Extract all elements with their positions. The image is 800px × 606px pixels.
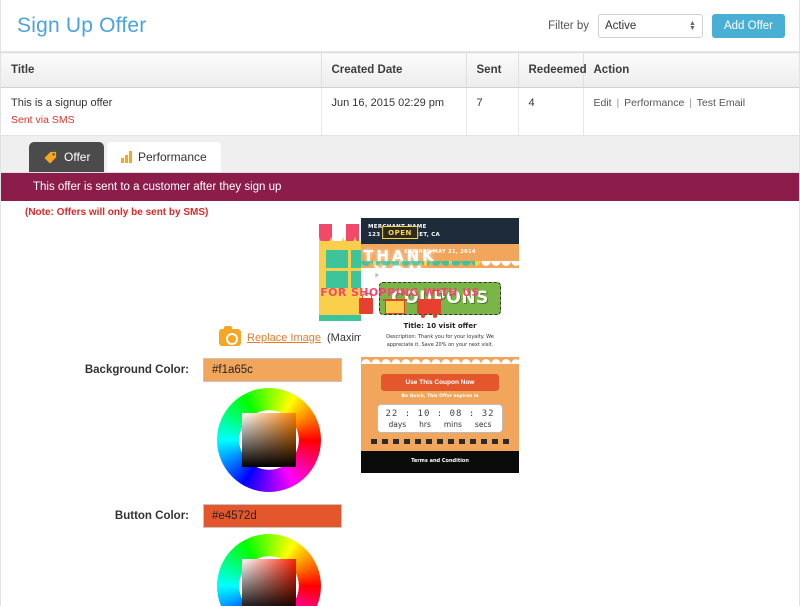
column-header-redeemed: Redeemed	[518, 53, 583, 88]
coupon-dashed-edge	[371, 439, 509, 444]
shopping-icons	[319, 298, 482, 314]
cell-title: This is a signup offer Sent via SMS	[1, 88, 321, 136]
open-sign: OPEN	[382, 226, 418, 239]
button-color-input[interactable]: #e4572d	[203, 504, 342, 528]
edit-link[interactable]: Edit	[594, 97, 612, 109]
action-separator-1: |	[617, 97, 620, 109]
sms-only-note: (Note: Offers will only be sent by SMS)	[1, 201, 799, 218]
tab-offer[interactable]: Offer	[29, 142, 104, 172]
cell-redeemed: 4	[518, 88, 583, 136]
button-color-picker[interactable]	[217, 534, 799, 606]
unit-hrs: hrs	[419, 420, 431, 429]
column-header-title: Title	[1, 53, 321, 88]
filter-by-label: Filter by	[548, 20, 589, 32]
performance-link[interactable]: Performance	[624, 97, 684, 109]
camera-icon[interactable]	[219, 329, 241, 346]
button-color-row: Button Color: #e4572d	[1, 504, 799, 528]
unit-mins: mins	[444, 420, 462, 429]
tabs-bar: Offer Performance	[1, 136, 799, 173]
saturation-value-square[interactable]	[242, 413, 296, 467]
replace-image-link[interactable]: Replace Image	[247, 332, 321, 344]
test-email-link[interactable]: Test Email	[697, 97, 745, 109]
coupon-expiry-hint: Be Quick. This Offer expires in	[371, 394, 509, 399]
hue-wheel[interactable]	[217, 534, 321, 606]
countdown-units: days hrs mins secs	[378, 420, 502, 429]
countdown-timer: 22 : 10 : 08 : 32 days hrs mins secs	[377, 404, 503, 433]
filter-select-value: Active	[605, 20, 636, 32]
bar-chart-icon	[121, 151, 132, 163]
coupon-description: Description: Thank you for your loyalty.…	[369, 333, 511, 349]
tag-icon	[43, 150, 58, 165]
shopping-cart-icon	[417, 299, 441, 314]
column-header-created-date: Created Date	[321, 53, 466, 88]
column-header-sent: Sent	[466, 53, 518, 88]
button-color-block: Button Color: #e4572d	[1, 504, 799, 606]
background-color-input[interactable]: #f1a65c	[203, 358, 342, 382]
offers-table-head: Title Created Date Sent Redeemed Action	[1, 53, 799, 88]
app-page: Sign Up Offer Filter by Active ▲▼ Add Of…	[0, 0, 800, 606]
add-offer-button[interactable]: Add Offer	[712, 14, 785, 38]
thank-you-text: THANK YOU	[319, 248, 482, 282]
coupon-title: Title: 10 visit offer	[369, 322, 511, 330]
offer-image-wrap: OPEN THANK YOU FOR SHOPPING WITH US	[1, 224, 799, 321]
saturation-value-square[interactable]	[242, 559, 296, 606]
column-header-action: Action	[583, 53, 799, 88]
hue-wheel[interactable]	[217, 388, 321, 492]
tab-performance[interactable]: Performance	[107, 142, 220, 172]
cell-sent: 7	[466, 88, 518, 136]
countdown-values: 22 : 10 : 08 : 32	[378, 409, 502, 419]
thank-line: THANK	[319, 248, 482, 264]
coupon-footer: Use This Coupon Now Be Quick. This Offer…	[361, 364, 519, 451]
shopping-bag-icon	[359, 298, 373, 314]
offer-sent-via: Sent via SMS	[11, 114, 311, 126]
page-header: Sign Up Offer Filter by Active ▲▼ Add Of…	[1, 0, 799, 52]
offers-table: Title Created Date Sent Redeemed Action …	[1, 52, 799, 136]
terms-and-condition: Terms and Condition	[361, 451, 519, 473]
tab-performance-label: Performance	[138, 150, 207, 164]
unit-days: days	[388, 420, 406, 429]
unit-secs: secs	[475, 420, 492, 429]
coupon-scallop-mid	[361, 357, 519, 364]
action-separator-2: |	[689, 97, 692, 109]
cell-created-date: Jun 16, 2015 02:29 pm	[321, 88, 466, 136]
offer-info-banner: This offer is sent to a customer after t…	[1, 173, 799, 201]
shopping-basket-icon	[385, 301, 405, 314]
action-links: Edit | Performance | Test Email	[594, 97, 746, 109]
offer-content: OPEN THANK YOU FOR SHOPPING WITH US	[1, 218, 799, 606]
header-controls: Filter by Active ▲▼ Add Offer	[548, 14, 785, 38]
table-header-row: Title Created Date Sent Redeemed Action	[1, 53, 799, 88]
offers-table-body: This is a signup offer Sent via SMS Jun …	[1, 88, 799, 136]
table-row: This is a signup offer Sent via SMS Jun …	[1, 88, 799, 136]
cell-action: Edit | Performance | Test Email	[583, 88, 799, 136]
tab-offer-label: Offer	[64, 150, 90, 164]
offer-title: This is a signup offer	[11, 97, 311, 109]
chevron-updown-icon: ▲▼	[689, 21, 696, 31]
use-coupon-button[interactable]: Use This Coupon Now	[381, 374, 499, 391]
button-color-label: Button Color:	[1, 510, 203, 522]
background-color-label: Background Color:	[1, 364, 203, 376]
filter-select[interactable]: Active ▲▼	[598, 14, 703, 38]
page-title: Sign Up Offer	[17, 14, 146, 38]
you-line: YOU	[319, 264, 482, 282]
